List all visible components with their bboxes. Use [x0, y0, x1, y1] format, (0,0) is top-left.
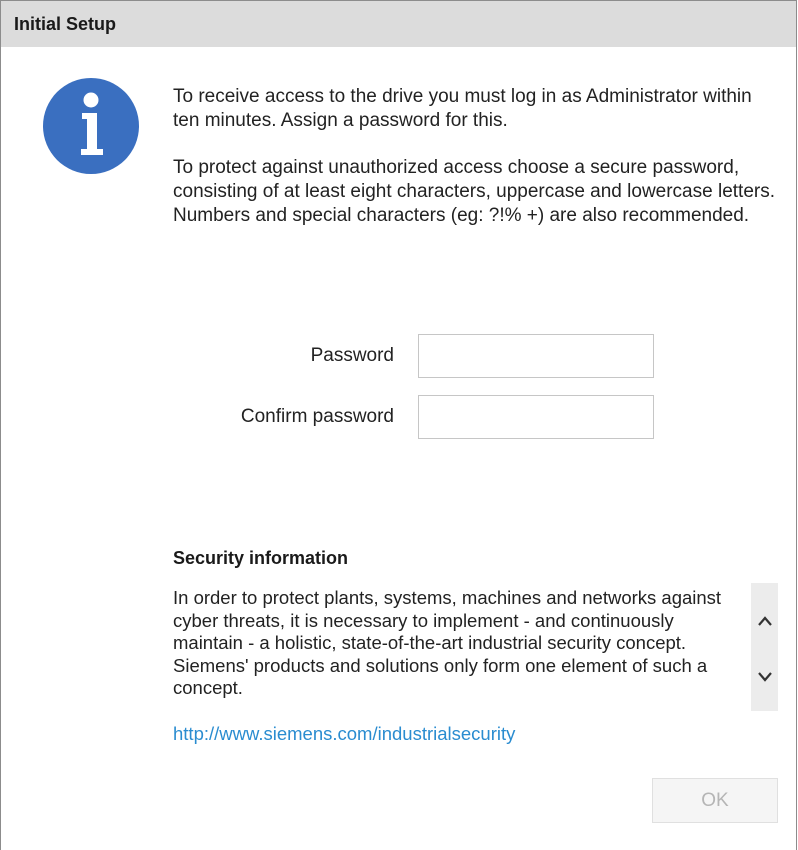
security-info-text: In order to protect plants, systems, mac…	[173, 587, 722, 698]
security-text-scrollbar[interactable]	[751, 583, 778, 711]
dialog-title: Initial Setup	[14, 14, 117, 34]
password-input[interactable]	[418, 334, 654, 378]
ok-button[interactable]: OK	[652, 778, 778, 823]
info-icon	[43, 78, 139, 174]
security-info-heading: Security information	[173, 548, 349, 568]
password-requirements: To protect against unauthorized access c…	[173, 157, 775, 226]
scroll-down-button[interactable]	[751, 663, 778, 689]
title-bar: Initial Setup	[1, 1, 796, 47]
industrial-security-link[interactable]: http://www.siemens.com/industrialsecurit…	[173, 723, 515, 745]
access-instructions: To receive access to the drive you must …	[173, 86, 752, 131]
initial-setup-dialog: Initial Setup To receive access to the d…	[0, 0, 797, 850]
confirm-password-label: Confirm password	[240, 406, 394, 427]
chevron-down-icon	[757, 672, 772, 682]
chevron-up-icon	[757, 616, 772, 626]
confirm-password-input[interactable]	[418, 395, 654, 439]
password-label: Password	[310, 345, 394, 366]
intro-text: To receive access to the drive you must …	[173, 85, 783, 228]
scroll-up-button[interactable]	[751, 608, 778, 634]
